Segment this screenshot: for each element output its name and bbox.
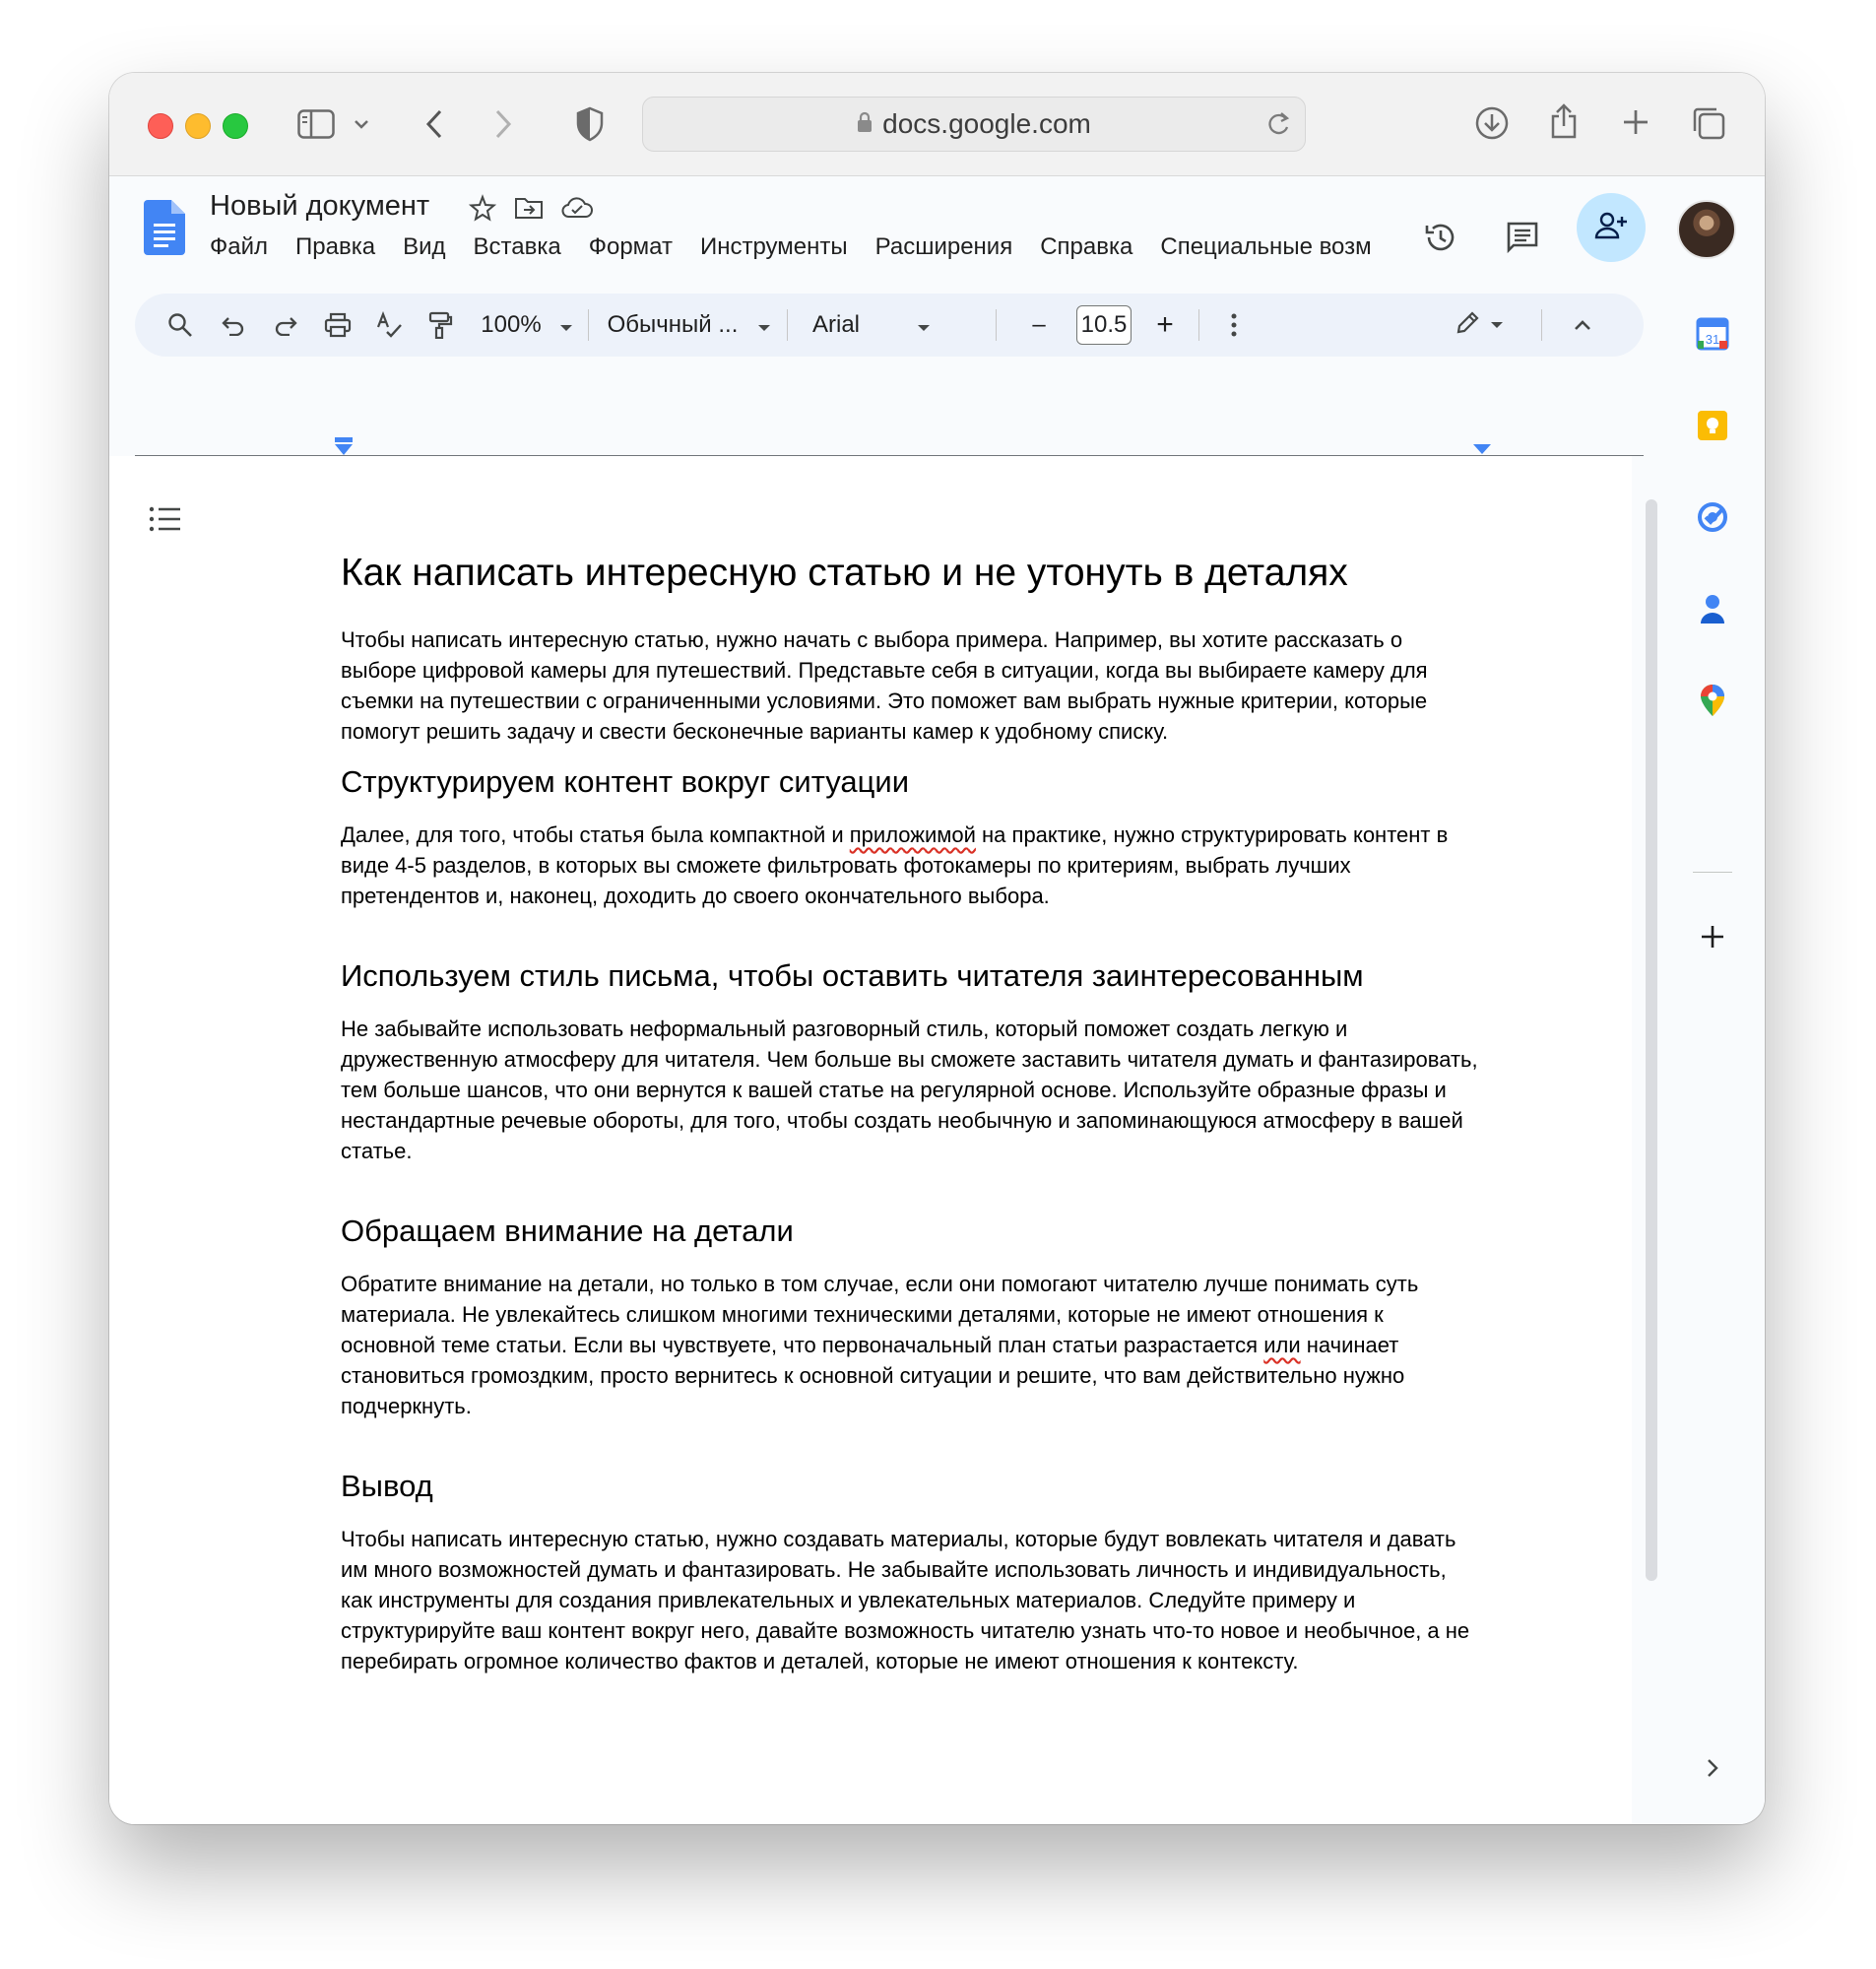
browser-window: docs.google.com Новый документ Файл Прав… xyxy=(109,73,1765,1824)
editing-mode-button[interactable] xyxy=(1445,294,1514,357)
chevron-down-icon xyxy=(559,311,573,339)
section-heading: Структурируем контент вокруг ситуации xyxy=(341,764,910,799)
section-heading: Обращаем внимание на детали xyxy=(341,1214,794,1248)
plus-icon[interactable] xyxy=(1693,917,1732,956)
paragraph: Обратите внимание на детали, но только в… xyxy=(341,1269,1483,1421)
reload-icon[interactable] xyxy=(1265,109,1291,144)
back-icon[interactable] xyxy=(415,104,454,144)
address-bar[interactable]: docs.google.com xyxy=(642,97,1306,152)
download-icon[interactable] xyxy=(1471,102,1513,144)
chevron-down-icon[interactable] xyxy=(350,110,373,138)
menu-file[interactable]: Файл xyxy=(210,233,268,261)
cloud-icon[interactable] xyxy=(561,194,593,227)
contacts-icon[interactable] xyxy=(1693,589,1732,628)
print-icon[interactable] xyxy=(318,294,357,357)
font-select[interactable]: Arial xyxy=(805,294,950,357)
toolbar-divider xyxy=(787,309,788,341)
minus-icon: – xyxy=(1032,311,1046,338)
document-heading: Как написать интересную статью и не утон… xyxy=(341,552,1348,594)
document-canvas: Как написать интересную статью и не утон… xyxy=(109,456,1632,1824)
menu-format[interactable]: Формат xyxy=(589,233,673,261)
paragraph: Чтобы написать интересную статью, нужно … xyxy=(341,627,1428,744)
toolbar-divider xyxy=(1198,309,1199,341)
browser-toolbar: docs.google.com xyxy=(109,73,1765,176)
maps-icon[interactable] xyxy=(1693,681,1732,720)
section-heading: Вывод xyxy=(341,1469,433,1503)
history-icon[interactable] xyxy=(1421,218,1460,257)
minimize-window-button[interactable] xyxy=(185,113,211,139)
new-tab-icon[interactable] xyxy=(1616,102,1655,142)
section-heading: Используем стиль письма, чтобы оставить … xyxy=(341,958,1364,993)
zoom-select[interactable]: 100% xyxy=(478,294,576,357)
star-icon[interactable] xyxy=(468,194,497,227)
avatar[interactable] xyxy=(1677,200,1736,259)
undo-icon[interactable] xyxy=(214,294,253,357)
chevron-down-icon xyxy=(1490,316,1504,334)
menu-edit[interactable]: Правка xyxy=(295,233,375,261)
menu-insert[interactable]: Вставка xyxy=(474,233,561,261)
outline-icon[interactable] xyxy=(149,505,182,538)
sidebar-icon[interactable] xyxy=(296,104,336,144)
font-size-input[interactable]: 10.5 xyxy=(1076,305,1132,345)
paragraph-text: Далее, для того, чтобы статья была компа… xyxy=(341,822,850,847)
title-actions xyxy=(468,194,593,227)
vertical-scrollbar[interactable] xyxy=(1646,499,1657,1581)
menu-tools[interactable]: Инструменты xyxy=(700,233,848,261)
pencil-icon xyxy=(1455,310,1480,341)
docs-logo-icon[interactable] xyxy=(144,200,185,255)
menu-bar: Файл Правка Вид Вставка Формат Инструмен… xyxy=(210,233,1399,261)
close-window-button[interactable] xyxy=(148,113,173,139)
chevron-down-icon xyxy=(757,311,771,339)
share-icon[interactable] xyxy=(1543,98,1585,144)
misspelled-word[interactable]: приложимой xyxy=(850,822,976,847)
tasks-icon[interactable] xyxy=(1693,497,1732,537)
formatting-toolbar: 100% Обычный ... Arial – 10.5 + xyxy=(135,294,1644,357)
toolbar-divider xyxy=(996,309,997,341)
zoom-window-button[interactable] xyxy=(223,113,248,139)
plus-icon: + xyxy=(1156,308,1174,341)
decrease-font-size-button[interactable]: – xyxy=(1019,294,1059,357)
calendar-day: 31 xyxy=(1706,332,1719,347)
spellcheck-icon[interactable] xyxy=(369,294,409,357)
keep-icon[interactable] xyxy=(1693,406,1732,445)
paragraph: Чтобы написать интересную статью, нужно … xyxy=(341,1527,1470,1674)
docs-app: Новый документ Файл Правка Вид Вставка Ф… xyxy=(109,176,1765,1824)
url-text: docs.google.com xyxy=(882,108,1091,139)
redo-icon[interactable] xyxy=(266,294,305,357)
misspelled-word[interactable]: или xyxy=(1263,1333,1300,1357)
chevron-right-icon[interactable] xyxy=(1693,1748,1732,1788)
paragraph: Не забывайте использовать неформальный р… xyxy=(341,1017,1478,1163)
lock-icon xyxy=(857,108,873,140)
share-button[interactable] xyxy=(1577,193,1646,262)
chevron-down-icon xyxy=(917,311,931,339)
add-person-icon xyxy=(1594,211,1628,245)
document-title[interactable]: Новый документ xyxy=(210,190,429,223)
zoom-value: 100% xyxy=(481,311,542,338)
toolbar-divider xyxy=(588,309,589,341)
increase-font-size-button[interactable]: + xyxy=(1145,294,1185,357)
style-select[interactable]: Обычный ... xyxy=(606,294,773,357)
side-panel: 31 xyxy=(1665,295,1765,1824)
menu-view[interactable]: Вид xyxy=(403,233,445,261)
search-icon[interactable] xyxy=(161,294,200,357)
tabs-icon[interactable] xyxy=(1688,102,1729,144)
style-value: Обычный ... xyxy=(607,311,739,338)
calendar-icon[interactable]: 31 xyxy=(1693,314,1732,354)
more-vert-icon[interactable] xyxy=(1214,294,1254,357)
chevron-up-icon[interactable] xyxy=(1563,294,1602,357)
menu-extensions[interactable]: Расширения xyxy=(875,233,1013,261)
paint-format-icon[interactable] xyxy=(420,294,460,357)
toolbar-divider xyxy=(1541,309,1542,341)
paragraph: Далее, для того, чтобы статья была компа… xyxy=(341,820,1483,911)
move-folder-icon[interactable] xyxy=(514,194,544,227)
comment-icon[interactable] xyxy=(1503,218,1542,257)
forward-icon[interactable] xyxy=(484,104,523,144)
paragraph-text: Обратите внимание на детали, но только в… xyxy=(341,1272,1419,1357)
shield-icon[interactable] xyxy=(570,102,610,146)
menu-help[interactable]: Справка xyxy=(1040,233,1132,261)
menu-accessibility[interactable]: Специальные возм xyxy=(1160,233,1371,261)
font-value: Arial xyxy=(812,311,861,338)
side-panel-divider xyxy=(1693,872,1732,873)
